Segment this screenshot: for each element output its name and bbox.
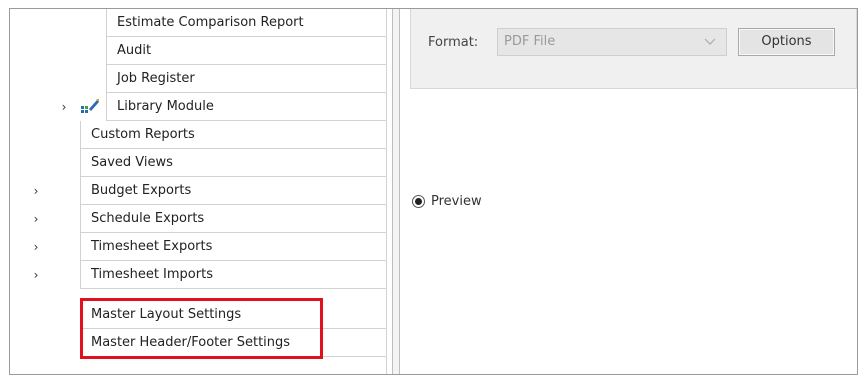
expand-chevron-icon[interactable]: › bbox=[58, 93, 70, 121]
tree-item-timesheet-exports[interactable]: › Timesheet Exports bbox=[10, 233, 386, 261]
library-module-icon bbox=[81, 99, 99, 113]
tree-item-label: Master Header/Footer Settings bbox=[80, 329, 386, 357]
tree-item-label: Estimate Comparison Report bbox=[106, 9, 386, 37]
panel-splitter[interactable] bbox=[392, 9, 400, 374]
format-select-value: PDF File bbox=[504, 34, 556, 49]
tree-item-label: Library Module bbox=[106, 93, 386, 121]
tree-item-job-register[interactable]: Job Register bbox=[10, 65, 386, 93]
tree-item-label: Timesheet Exports bbox=[80, 233, 386, 261]
tree-item-audit[interactable]: Audit bbox=[10, 37, 386, 65]
tree-item-label: Audit bbox=[106, 37, 386, 65]
tree-item-saved-views[interactable]: Saved Views bbox=[10, 149, 386, 177]
expand-chevron-icon[interactable]: › bbox=[30, 177, 42, 205]
tree-item-label: Job Register bbox=[106, 65, 386, 93]
output-options-panel: Format: PDF File Options bbox=[410, 9, 857, 89]
tree-item-custom-reports[interactable]: Custom Reports bbox=[10, 121, 386, 149]
format-select[interactable]: PDF File bbox=[497, 28, 727, 56]
tree-item-master-header-footer-settings[interactable]: Master Header/Footer Settings bbox=[10, 329, 386, 357]
report-tree: Estimate Comparison Report Audit Job Reg… bbox=[10, 9, 386, 374]
tree-item-budget-exports[interactable]: › Budget Exports bbox=[10, 177, 386, 205]
tree-item-label: Schedule Exports bbox=[80, 205, 386, 233]
expand-chevron-icon[interactable]: › bbox=[30, 233, 42, 261]
preview-radio-icon[interactable] bbox=[412, 195, 425, 208]
options-button[interactable]: Options bbox=[738, 28, 835, 56]
preview-label: Preview bbox=[431, 194, 482, 209]
tree-item-schedule-exports[interactable]: › Schedule Exports bbox=[10, 205, 386, 233]
format-label: Format: bbox=[428, 35, 479, 50]
tree-item-timesheet-imports[interactable]: › Timesheet Imports bbox=[10, 261, 386, 289]
tree-item-master-layout-settings[interactable]: Master Layout Settings bbox=[10, 301, 386, 329]
tree-item-label: Saved Views bbox=[80, 149, 386, 177]
tree-item-estimate-comparison-report[interactable]: Estimate Comparison Report bbox=[10, 9, 386, 37]
tree-item-label: Custom Reports bbox=[80, 121, 386, 149]
expand-chevron-icon[interactable]: › bbox=[30, 205, 42, 233]
tree-border bbox=[386, 9, 387, 374]
chevron-down-icon bbox=[704, 29, 716, 65]
tree-item-label: Timesheet Imports bbox=[80, 261, 386, 289]
tree-item-label: Master Layout Settings bbox=[80, 301, 386, 329]
tree-item-label: Budget Exports bbox=[80, 177, 386, 205]
expand-chevron-icon[interactable]: › bbox=[30, 261, 42, 289]
tree-item-library-module[interactable]: › Library Module bbox=[10, 93, 386, 121]
